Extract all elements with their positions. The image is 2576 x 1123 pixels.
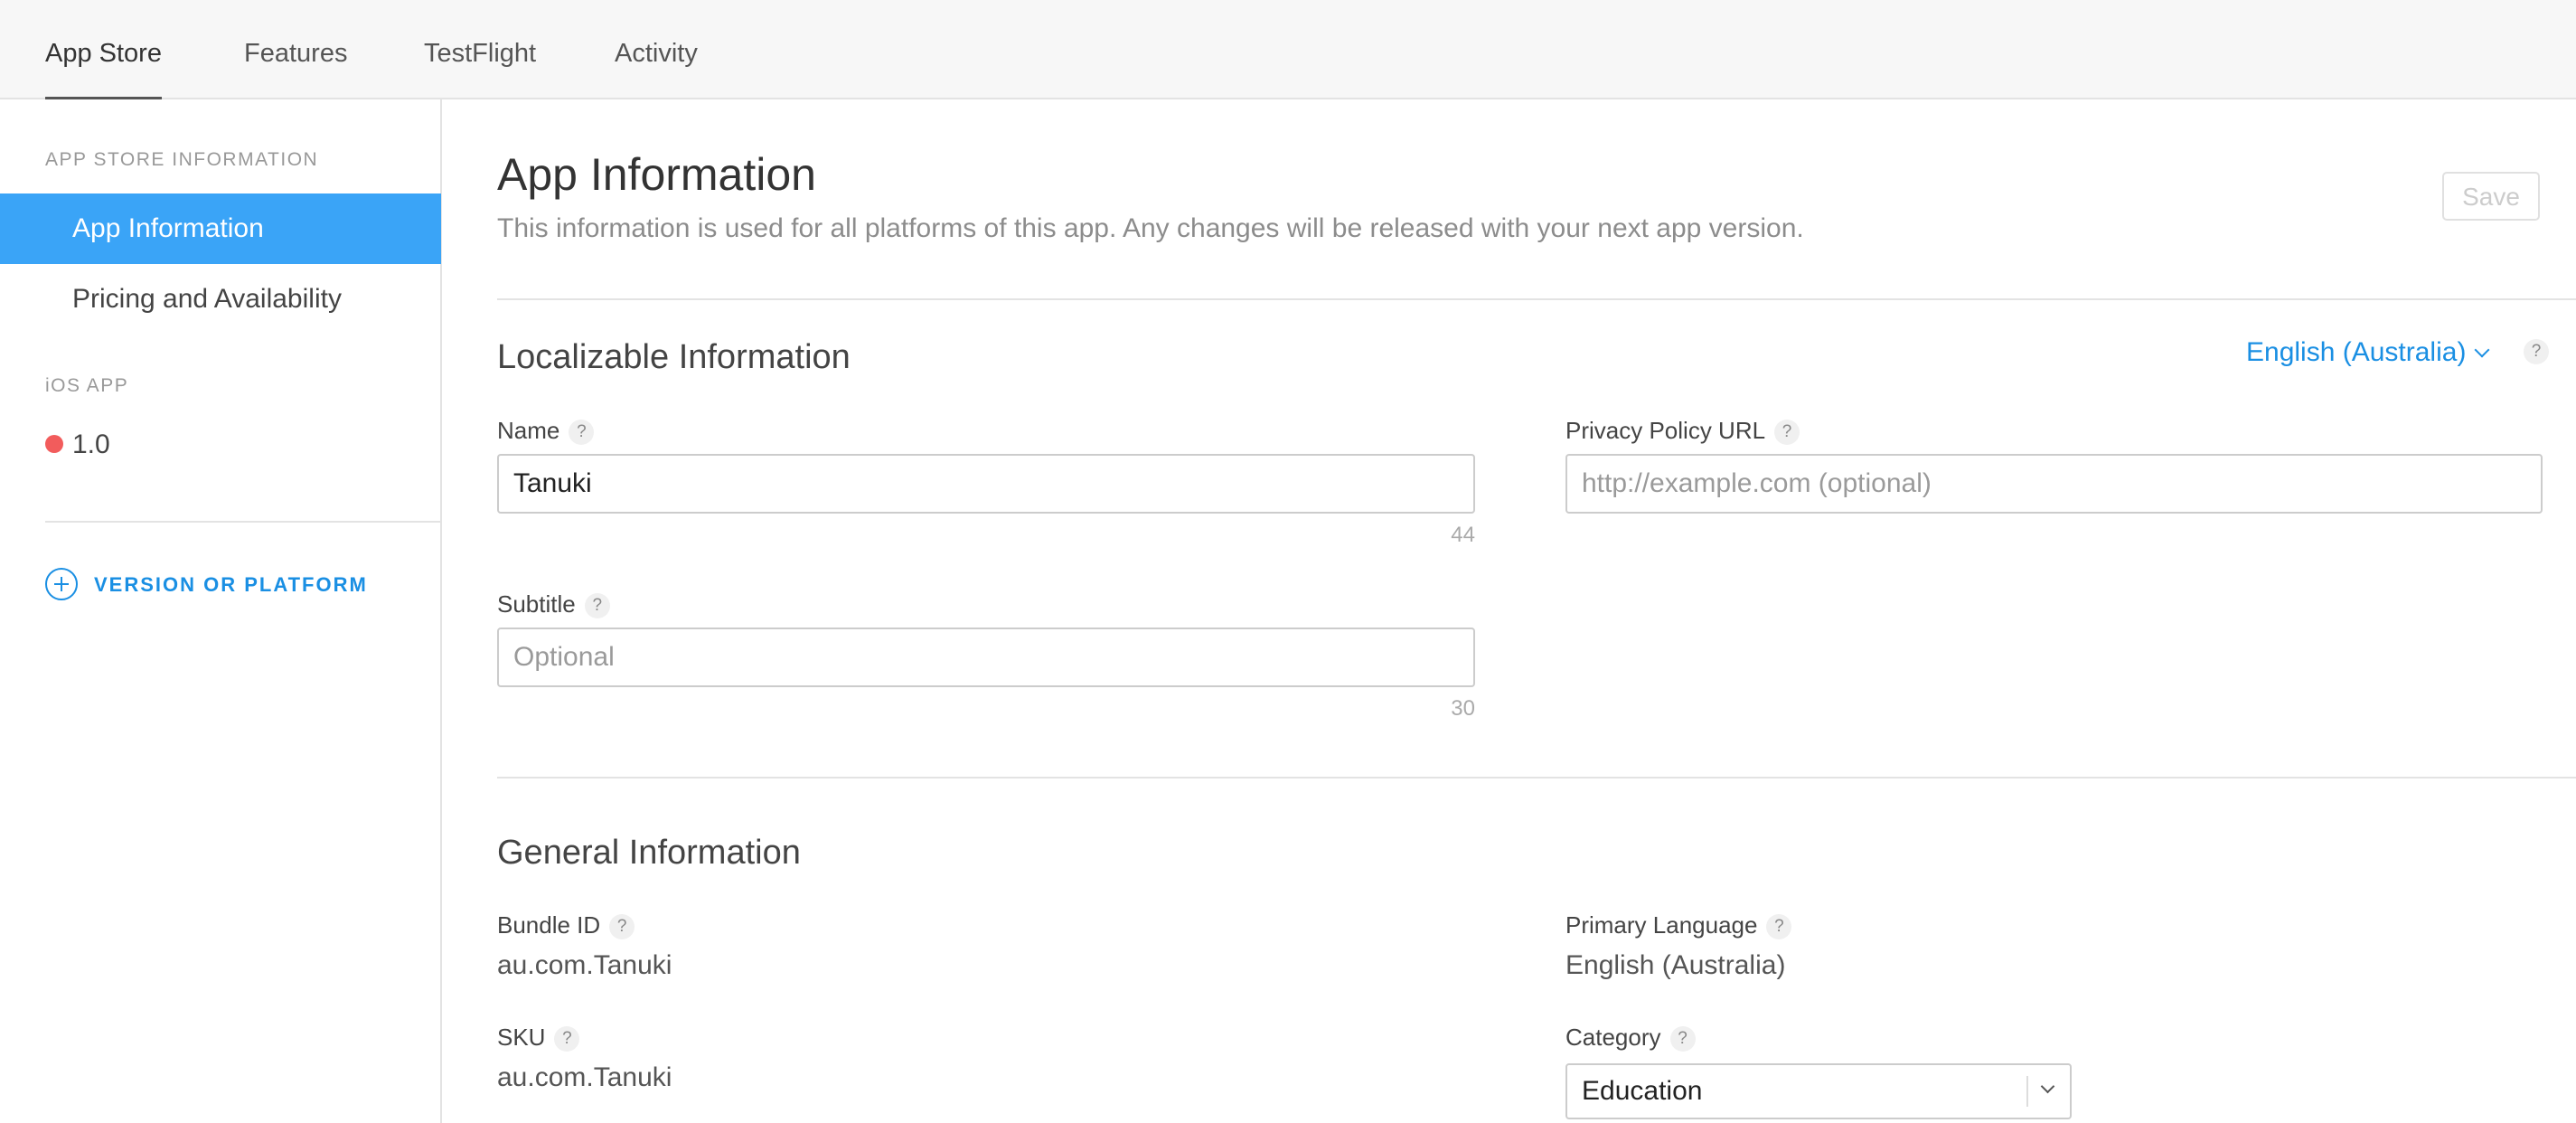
page-subtitle: This information is used for all platfor… — [497, 213, 1804, 243]
add-version-or-platform-button[interactable]: VERSION OR PLATFORM — [45, 568, 368, 602]
name-character-counter: 44 — [1451, 523, 1475, 547]
privacy-policy-url-label: Privacy Policy URL? — [1565, 415, 1800, 446]
top-tab-bar: App Store Features TestFlight Activity — [0, 0, 2576, 99]
privacy-policy-url-input[interactable] — [1565, 454, 2543, 514]
bundle-id-help-icon[interactable]: ? — [609, 914, 635, 940]
sidebar-item-app-information[interactable]: App Information — [0, 193, 441, 264]
divider — [497, 298, 2576, 300]
bundle-id-value: au.com.Tanuki — [497, 950, 672, 980]
language-help-icon[interactable]: ? — [2524, 339, 2549, 364]
category-label-text: Category — [1565, 1024, 1661, 1051]
select-separator — [2026, 1076, 2028, 1107]
privacy-policy-url-label-text: Privacy Policy URL — [1565, 417, 1766, 444]
page-title: App Information — [497, 149, 816, 200]
localizable-information-title: Localizable Information — [497, 338, 851, 376]
subtitle-input[interactable] — [497, 628, 1475, 687]
sku-value: au.com.Tanuki — [497, 1062, 672, 1092]
add-platform-label: VERSION OR PLATFORM — [94, 573, 368, 596]
sidebar: APP STORE INFORMATION App Information Pr… — [0, 99, 442, 1123]
subtitle-character-counter: 30 — [1451, 696, 1475, 721]
chevron-down-icon — [2474, 342, 2490, 358]
name-label-text: Name — [497, 417, 560, 444]
tab-testflight[interactable]: TestFlight — [424, 0, 536, 99]
subtitle-label: Subtitle? — [497, 589, 610, 619]
primary-language-help-icon[interactable]: ? — [1766, 914, 1792, 940]
category-help-icon[interactable]: ? — [1669, 1026, 1696, 1052]
version-label: 1.0 — [72, 429, 110, 459]
main-content: App Information This information is used… — [443, 99, 2576, 1123]
name-label: Name? — [497, 415, 595, 446]
sidebar-section-app-store-information: APP STORE INFORMATION — [45, 149, 319, 170]
sidebar-section-ios-app: iOS APP — [45, 375, 129, 396]
language-selector[interactable]: English (Australia) — [2246, 335, 2490, 371]
status-dot-icon — [45, 435, 63, 454]
privacy-help-icon[interactable]: ? — [1774, 420, 1800, 446]
subtitle-label-text: Subtitle — [497, 590, 576, 618]
bundle-id-label-text: Bundle ID — [497, 911, 601, 939]
sidebar-divider — [45, 521, 441, 523]
save-button[interactable]: Save — [2442, 172, 2540, 221]
name-input[interactable] — [497, 454, 1475, 514]
language-selector-label: English (Australia) — [2246, 337, 2467, 367]
category-select[interactable]: Education — [1565, 1063, 2072, 1119]
plus-circle-icon — [45, 568, 78, 601]
primary-language-label: Primary Language? — [1565, 910, 1792, 940]
bundle-id-label: Bundle ID? — [497, 910, 635, 940]
sku-label-text: SKU — [497, 1024, 546, 1051]
subtitle-help-icon[interactable]: ? — [584, 593, 610, 619]
sku-label: SKU? — [497, 1022, 580, 1052]
tab-activity[interactable]: Activity — [615, 0, 698, 99]
sku-help-icon[interactable]: ? — [554, 1026, 580, 1052]
divider — [497, 777, 2576, 779]
sidebar-item-pricing-and-availability[interactable]: Pricing and Availability — [0, 264, 441, 335]
primary-language-value: English (Australia) — [1565, 950, 1786, 980]
general-information-title: General Information — [497, 834, 801, 872]
category-select-value: Education — [1582, 1076, 1703, 1106]
primary-language-label-text: Primary Language — [1565, 911, 1758, 939]
sidebar-item-version[interactable]: 1.0 — [45, 427, 110, 463]
chevron-down-icon — [2040, 1079, 2055, 1094]
tab-app-store[interactable]: App Store — [45, 0, 162, 99]
name-help-icon[interactable]: ? — [569, 420, 595, 446]
tab-features[interactable]: Features — [244, 0, 347, 99]
category-label: Category? — [1565, 1022, 1696, 1052]
